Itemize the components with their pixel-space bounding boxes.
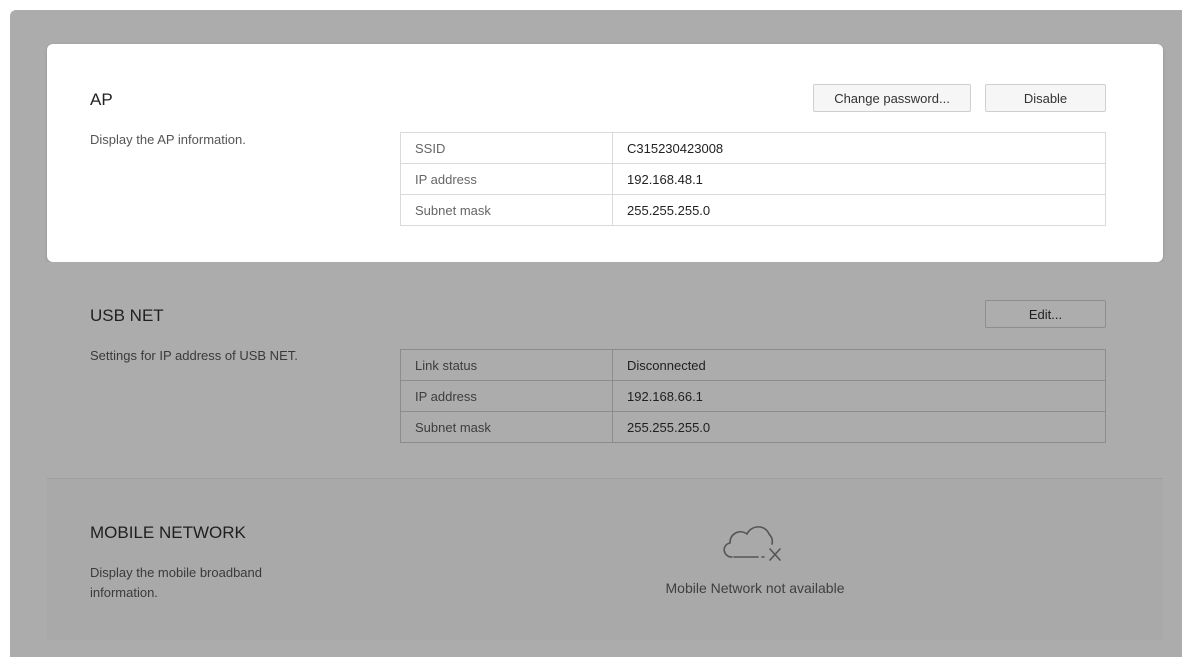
ssid-label: SSID — [400, 132, 613, 164]
table-row: IP address 192.168.66.1 — [400, 380, 1106, 412]
table-row: Link status Disconnected — [400, 349, 1106, 381]
subnet-mask-label: Subnet mask — [400, 411, 613, 443]
ap-panel: AP Display the AP information. Change pa… — [47, 44, 1163, 262]
usb-net-panel: USB NET Settings for IP address of USB N… — [47, 262, 1163, 479]
subnet-mask-value: 255.255.255.0 — [612, 194, 1106, 226]
ip-address-label: IP address — [400, 380, 613, 412]
ap-title: AP — [90, 90, 113, 109]
link-status-label: Link status — [400, 349, 613, 381]
ssid-value: C315230423008 — [612, 132, 1106, 164]
edit-button[interactable]: Edit... — [985, 300, 1106, 328]
mobile-network-panel: MOBILE NETWORK Display the mobile broadb… — [47, 479, 1163, 640]
usb-net-description: Settings for IP address of USB NET. — [90, 348, 298, 363]
ip-address-value: 192.168.66.1 — [612, 380, 1106, 412]
table-row: Subnet mask 255.255.255.0 — [400, 194, 1106, 226]
table-row: Subnet mask 255.255.255.0 — [400, 411, 1106, 443]
table-row: SSID C315230423008 — [400, 132, 1106, 164]
subnet-mask-value: 255.255.255.0 — [612, 411, 1106, 443]
ip-address-value: 192.168.48.1 — [612, 163, 1106, 195]
subnet-mask-label: Subnet mask — [400, 194, 613, 226]
change-password-button[interactable]: Change password... — [813, 84, 971, 112]
ip-address-label: IP address — [400, 163, 613, 195]
cloud-disconnected-icon — [723, 526, 781, 561]
link-status-value: Disconnected — [612, 349, 1106, 381]
usb-net-info-table: Link status Disconnected IP address 192.… — [400, 349, 1106, 443]
disable-button[interactable]: Disable — [985, 84, 1106, 112]
table-row: IP address 192.168.48.1 — [400, 163, 1106, 195]
usb-net-title: USB NET — [90, 306, 164, 325]
mobile-network-title: MOBILE NETWORK — [90, 523, 246, 542]
ap-info-table: SSID C315230423008 IP address 192.168.48… — [400, 132, 1106, 226]
mobile-network-status: Mobile Network not available — [665, 580, 845, 596]
ap-description: Display the AP information. — [90, 132, 246, 147]
mobile-network-description: Display the mobile broadband information… — [90, 565, 262, 600]
